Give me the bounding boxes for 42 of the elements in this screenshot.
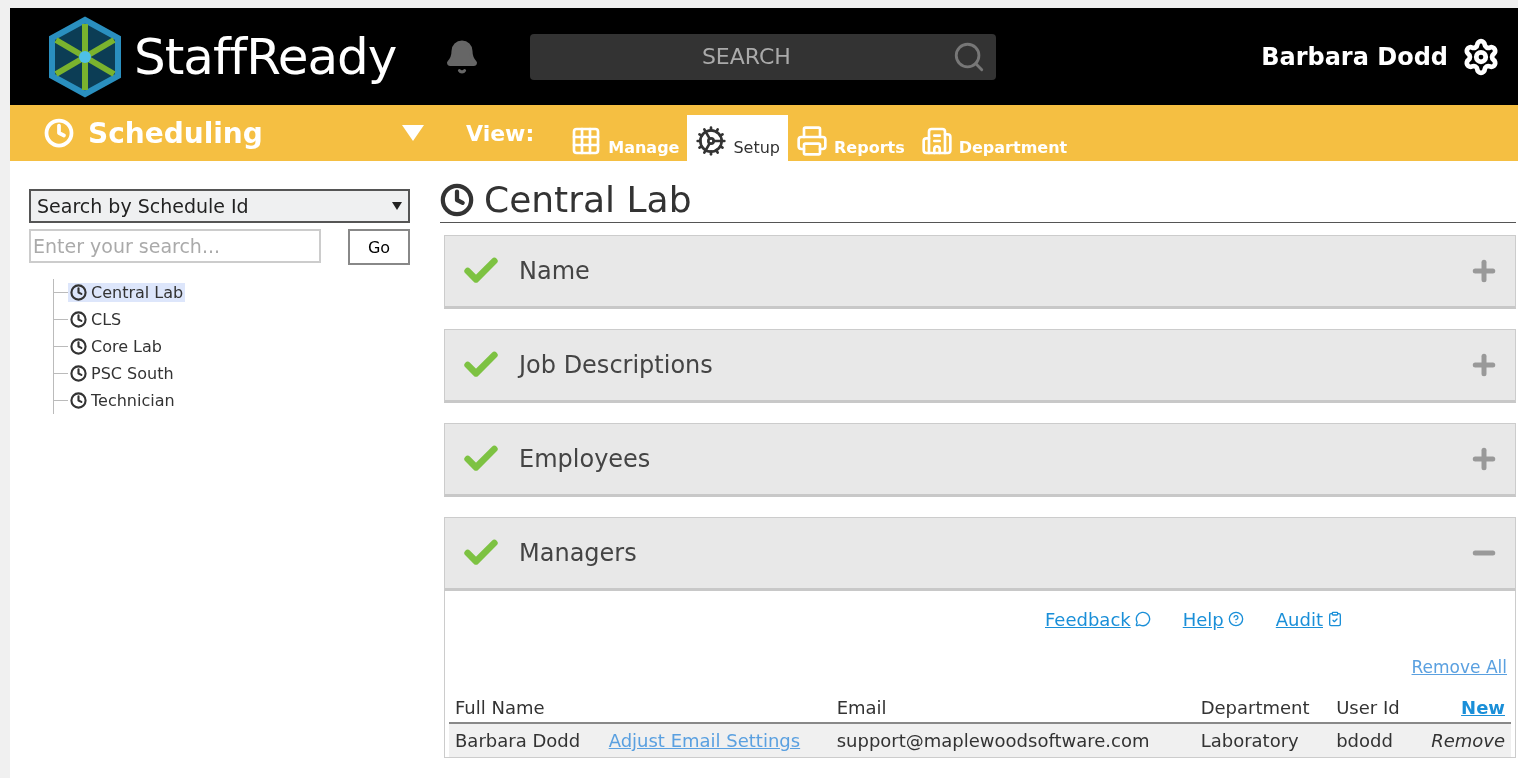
dropdown-arrow-icon bbox=[392, 202, 402, 210]
tree-item[interactable]: Central Lab bbox=[68, 283, 186, 302]
tree-item[interactable]: PSC South bbox=[68, 364, 176, 383]
caret-icon bbox=[402, 125, 424, 141]
search-field[interactable]: SEARCH bbox=[530, 33, 997, 80]
table-cell: Barbara Dodd bbox=[449, 723, 603, 757]
section-header[interactable]: Job Descriptions bbox=[444, 329, 1516, 403]
search-type-select[interactable]: Search by Schedule Id bbox=[29, 189, 410, 223]
table-cell: support@maplewoodsoftware.com bbox=[830, 723, 1195, 757]
view-tab[interactable]: Setup bbox=[687, 115, 789, 161]
section-header[interactable]: Employees bbox=[444, 423, 1516, 497]
help-icon bbox=[1227, 611, 1244, 627]
clock-icon bbox=[440, 182, 474, 217]
section-header[interactable]: Name bbox=[444, 235, 1516, 309]
search-input[interactable]: Enter your search... bbox=[29, 229, 321, 263]
help-link[interactable]: Feedback bbox=[1045, 608, 1151, 630]
comment-icon bbox=[1134, 611, 1151, 627]
building-icon bbox=[920, 125, 953, 157]
brand-name: StaffReady bbox=[134, 27, 397, 86]
clock-icon bbox=[70, 311, 87, 328]
clock-icon bbox=[70, 338, 87, 355]
search-input[interactable]: SEARCH bbox=[540, 43, 953, 70]
printer-icon bbox=[796, 125, 829, 157]
help-link[interactable]: Help bbox=[1182, 608, 1244, 630]
clipboard-icon bbox=[1327, 611, 1343, 627]
clock-icon bbox=[70, 392, 87, 409]
tree-item[interactable]: Technician bbox=[68, 391, 177, 410]
tree-item[interactable]: CLS bbox=[68, 310, 124, 329]
table-cell: Laboratory bbox=[1194, 723, 1331, 757]
section-header[interactable]: Managers bbox=[444, 517, 1516, 591]
go-button[interactable]: Go bbox=[348, 229, 410, 265]
view-label: View: bbox=[466, 120, 535, 146]
table-cell: bdodd bbox=[1330, 723, 1415, 757]
tree-item[interactable]: Core Lab bbox=[68, 337, 164, 356]
clock-icon bbox=[44, 118, 74, 148]
settings-icon[interactable] bbox=[1462, 37, 1500, 76]
user-name[interactable]: Barbara Dodd bbox=[1261, 42, 1448, 71]
clock-icon bbox=[70, 365, 87, 382]
new-link[interactable]: New bbox=[1420, 697, 1505, 718]
page-title: Central Lab bbox=[440, 179, 1516, 223]
clock-icon bbox=[70, 284, 87, 301]
help-link[interactable]: Audit bbox=[1275, 608, 1343, 630]
